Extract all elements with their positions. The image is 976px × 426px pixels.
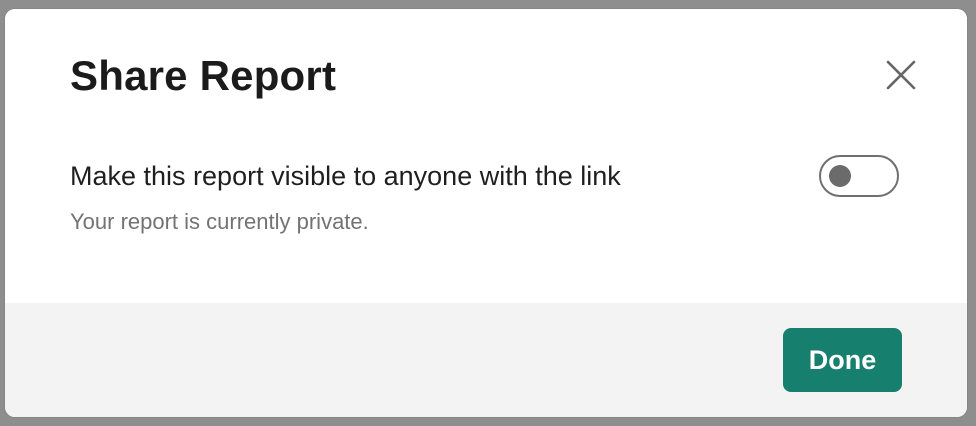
dialog-footer: Done [5,303,967,417]
visibility-setting-label: Make this report visible to anyone with … [70,161,621,191]
close-button[interactable] [883,57,919,93]
done-button[interactable]: Done [783,328,902,392]
visibility-status-text: Your report is currently private. [70,209,369,234]
dialog-body: Share Report Make this report visible to… [5,9,967,303]
close-icon [886,60,916,90]
share-report-dialog: Share Report Make this report visible to… [5,9,967,417]
toggle-knob [829,165,851,187]
modal-backdrop: Share Report Make this report visible to… [0,0,976,426]
dialog-title: Share Report [70,52,337,99]
public-link-toggle[interactable] [819,155,899,197]
